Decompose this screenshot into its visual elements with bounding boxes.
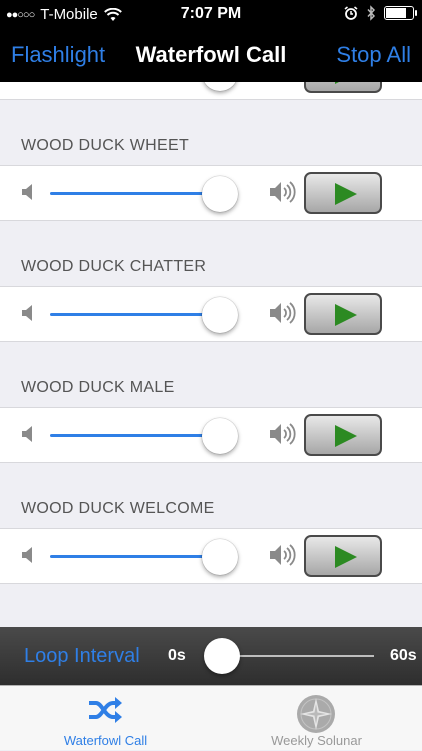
play-button[interactable] xyxy=(304,535,382,577)
compass-icon xyxy=(297,695,335,733)
bluetooth-icon xyxy=(367,5,376,21)
battery-icon xyxy=(384,6,417,20)
tab-waterfowl-call[interactable]: Waterfowl Call xyxy=(0,686,211,751)
play-icon xyxy=(335,546,357,568)
sound-name-label: WOOD DUCK CHATTER xyxy=(21,258,207,275)
status-bar: ●●○○○ T-Mobile 7:07 PM xyxy=(0,0,422,30)
sound-row xyxy=(0,165,422,221)
sound-name-label: WOOD DUCK MALE xyxy=(21,379,175,396)
status-right xyxy=(344,5,417,21)
play-button[interactable] xyxy=(304,293,382,335)
sound-name-label: WOOD DUCK WHEET xyxy=(21,137,190,154)
loop-interval-bar: Loop Interval 0s 60s xyxy=(0,627,422,685)
sound-row xyxy=(0,528,422,584)
sound-name-label: WOOD DUCK WELCOME xyxy=(21,500,215,517)
play-button[interactable] xyxy=(304,172,382,214)
tab-label: Waterfowl Call xyxy=(63,733,148,748)
volume-high-icon xyxy=(270,181,296,203)
volume-low-icon xyxy=(22,547,32,563)
volume-high-icon xyxy=(270,302,296,324)
loop-interval-label: Loop Interval xyxy=(24,645,140,667)
play-icon xyxy=(335,304,357,326)
volume-high-icon xyxy=(270,544,296,566)
volume-slider-thumb[interactable] xyxy=(202,176,239,212)
play-button[interactable] xyxy=(304,414,382,456)
loop-interval-slider-track[interactable] xyxy=(222,655,374,657)
volume-high-icon xyxy=(268,82,298,83)
sound-list[interactable]: WOOD DUCK WHEET WOOD DUCK CHATTER WOOD D… xyxy=(0,82,422,627)
volume-slider-thumb[interactable] xyxy=(202,82,239,91)
volume-low-icon xyxy=(22,184,32,200)
alarm-icon xyxy=(344,6,358,20)
tab-weekly-solunar[interactable]: Weekly Solunar xyxy=(211,686,422,751)
play-icon xyxy=(335,425,357,447)
volume-low-icon xyxy=(22,305,32,321)
sound-row xyxy=(0,286,422,342)
play-icon xyxy=(335,183,357,205)
loop-interval-max-label: 60s xyxy=(390,647,417,664)
sound-row xyxy=(0,82,422,100)
navigation-bar: Flashlight Waterfowl Call Stop All xyxy=(0,30,422,82)
tab-label: Weekly Solunar xyxy=(271,733,362,748)
loop-interval-slider-thumb[interactable] xyxy=(204,638,240,674)
volume-slider-thumb[interactable] xyxy=(202,539,239,575)
volume-slider-thumb[interactable] xyxy=(202,418,239,454)
volume-low-icon xyxy=(22,426,32,442)
sound-row xyxy=(0,407,422,463)
stop-all-button[interactable]: Stop All xyxy=(336,42,411,68)
shuffle-icon xyxy=(89,697,122,723)
loop-interval-min-label: 0s xyxy=(168,647,186,664)
tab-bar: Waterfowl Call Weekly Solunar xyxy=(0,685,422,750)
volume-high-icon xyxy=(270,423,296,445)
play-button[interactable] xyxy=(304,82,382,93)
play-icon xyxy=(335,82,357,84)
volume-slider-thumb[interactable] xyxy=(202,297,239,333)
